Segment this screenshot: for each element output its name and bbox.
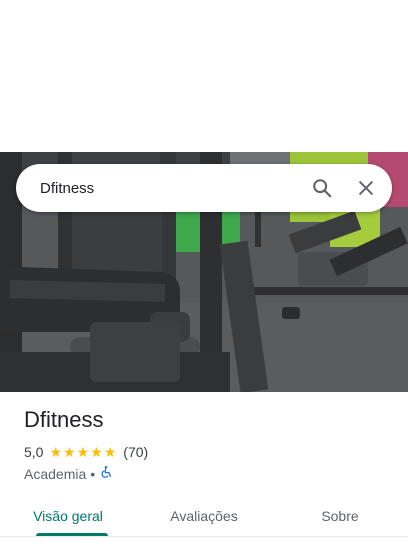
tab-label: Visão geral xyxy=(33,508,103,524)
star-icon: ★ xyxy=(103,444,117,460)
tab-about[interactable]: Sobre xyxy=(272,496,408,536)
search-icon[interactable] xyxy=(304,170,340,206)
star-icon: ★ xyxy=(63,444,76,460)
wheelchair-icon xyxy=(99,465,113,482)
active-tab-indicator xyxy=(36,533,108,536)
review-count[interactable]: (70) xyxy=(123,444,148,460)
star-icon: ★ xyxy=(76,444,90,460)
search-input[interactable]: Dfitness xyxy=(40,180,304,197)
rating-row[interactable]: 5,0 ★ ★ ★ ★ ★ (70) xyxy=(24,444,148,460)
tab-label: Sobre xyxy=(321,508,359,524)
category-label: Academia xyxy=(24,465,87,482)
star-icon: ★ xyxy=(49,444,63,460)
star-rating: ★ ★ ★ ★ ★ xyxy=(49,445,117,459)
separator: • xyxy=(90,465,96,482)
category-row: Academia • xyxy=(24,465,113,482)
tab-overview[interactable]: Visão geral xyxy=(0,496,136,536)
close-icon[interactable] xyxy=(348,170,384,206)
tab-bar: Visão geral Avaliações Sobre xyxy=(0,496,408,537)
tab-label: Avaliações xyxy=(170,508,238,524)
search-bar[interactable]: Dfitness xyxy=(16,164,392,212)
tab-reviews[interactable]: Avaliações xyxy=(136,496,272,536)
place-title: Dfitness xyxy=(24,407,104,432)
map-blank-area xyxy=(0,0,408,152)
rating-value: 5,0 xyxy=(24,444,44,460)
star-icon: ★ xyxy=(90,444,103,460)
